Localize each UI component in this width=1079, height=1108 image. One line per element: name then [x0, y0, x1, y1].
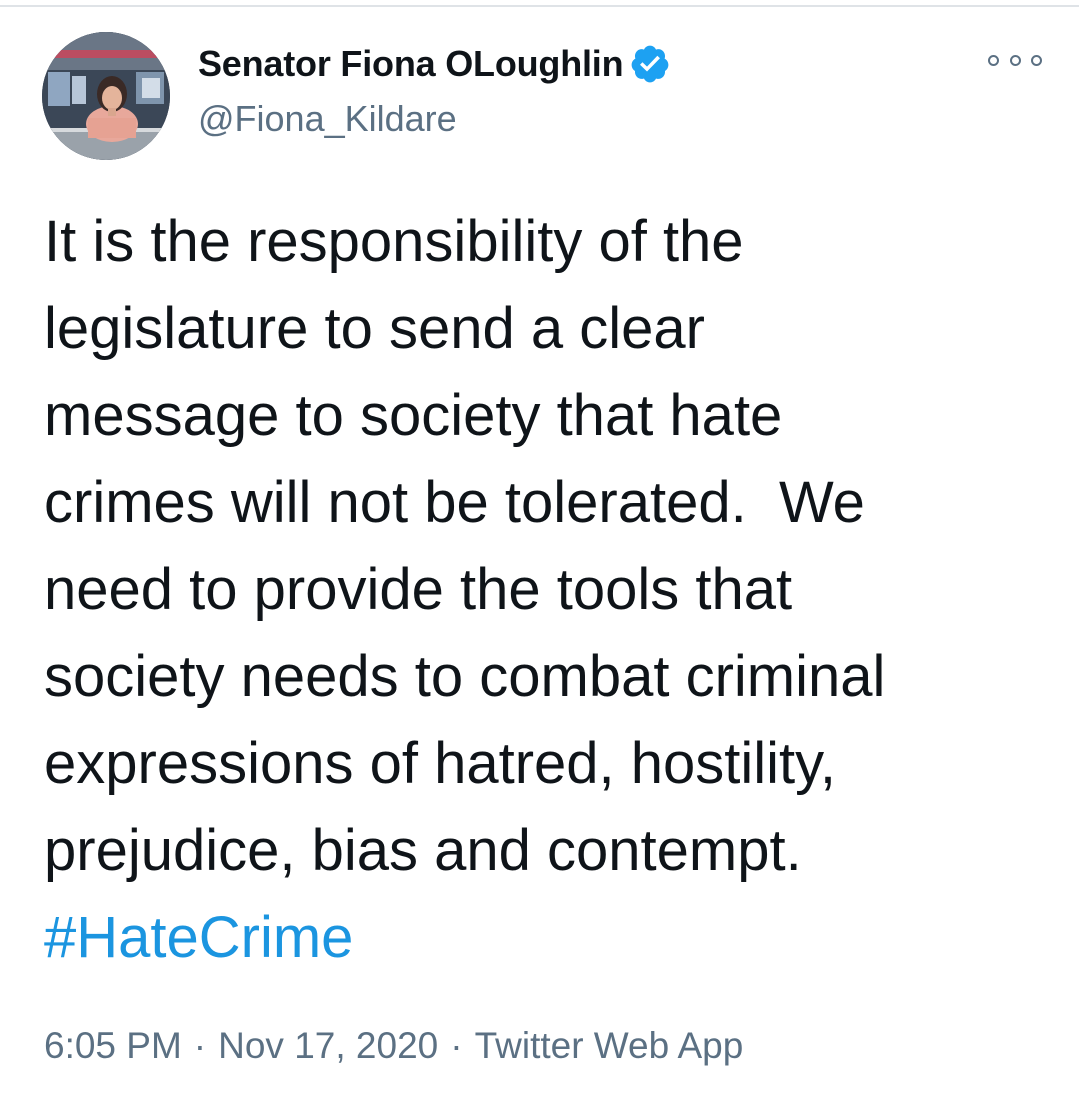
tweet-text-line: expressions of hatred, hostility, [44, 731, 836, 796]
avatar-photo [42, 32, 170, 160]
tweet-text-line: society needs to combat criminal [44, 644, 886, 709]
tweet-text-line: crimes will not be tolerated. We [44, 470, 865, 535]
more-options-dot [1031, 54, 1042, 66]
tweet-text-line: message to society that hate [44, 383, 783, 448]
tweet-text-line: need to provide the tools that [44, 557, 793, 622]
meta-separator: · [450, 1025, 463, 1066]
more-options-icon[interactable] [988, 48, 1042, 72]
verified-badge-icon [629, 43, 671, 85]
tweet-text-line: It is the responsibility of the [44, 209, 744, 274]
tweet-text: It is the responsibility of the legislat… [44, 198, 1054, 981]
top-divider [0, 5, 1079, 7]
tweet-meta: 6:05 PM · Nov 17, 2020 · Twitter Web App [44, 1025, 743, 1067]
more-options-dot [1009, 54, 1021, 66]
author-name-text: Senator Fiona OLoughlin [198, 43, 624, 84]
author-name[interactable]: Senator Fiona OLoughlin [198, 42, 671, 86]
tweet-source-link[interactable]: Twitter Web App [475, 1025, 744, 1066]
tweet-time[interactable]: 6:05 PM [44, 1025, 182, 1066]
more-options-dot [988, 54, 999, 66]
author-handle[interactable]: @Fiona_Kildare [198, 98, 457, 140]
avatar[interactable] [42, 32, 170, 160]
tweet-date[interactable]: Nov 17, 2020 [218, 1025, 438, 1066]
tweet-text-line: prejudice, bias and contempt. [44, 818, 802, 883]
meta-separator: · [193, 1025, 207, 1066]
tweet-text-line: legislature to send a clear [44, 296, 705, 361]
hashtag-link[interactable]: #HateCrime [44, 894, 1054, 981]
